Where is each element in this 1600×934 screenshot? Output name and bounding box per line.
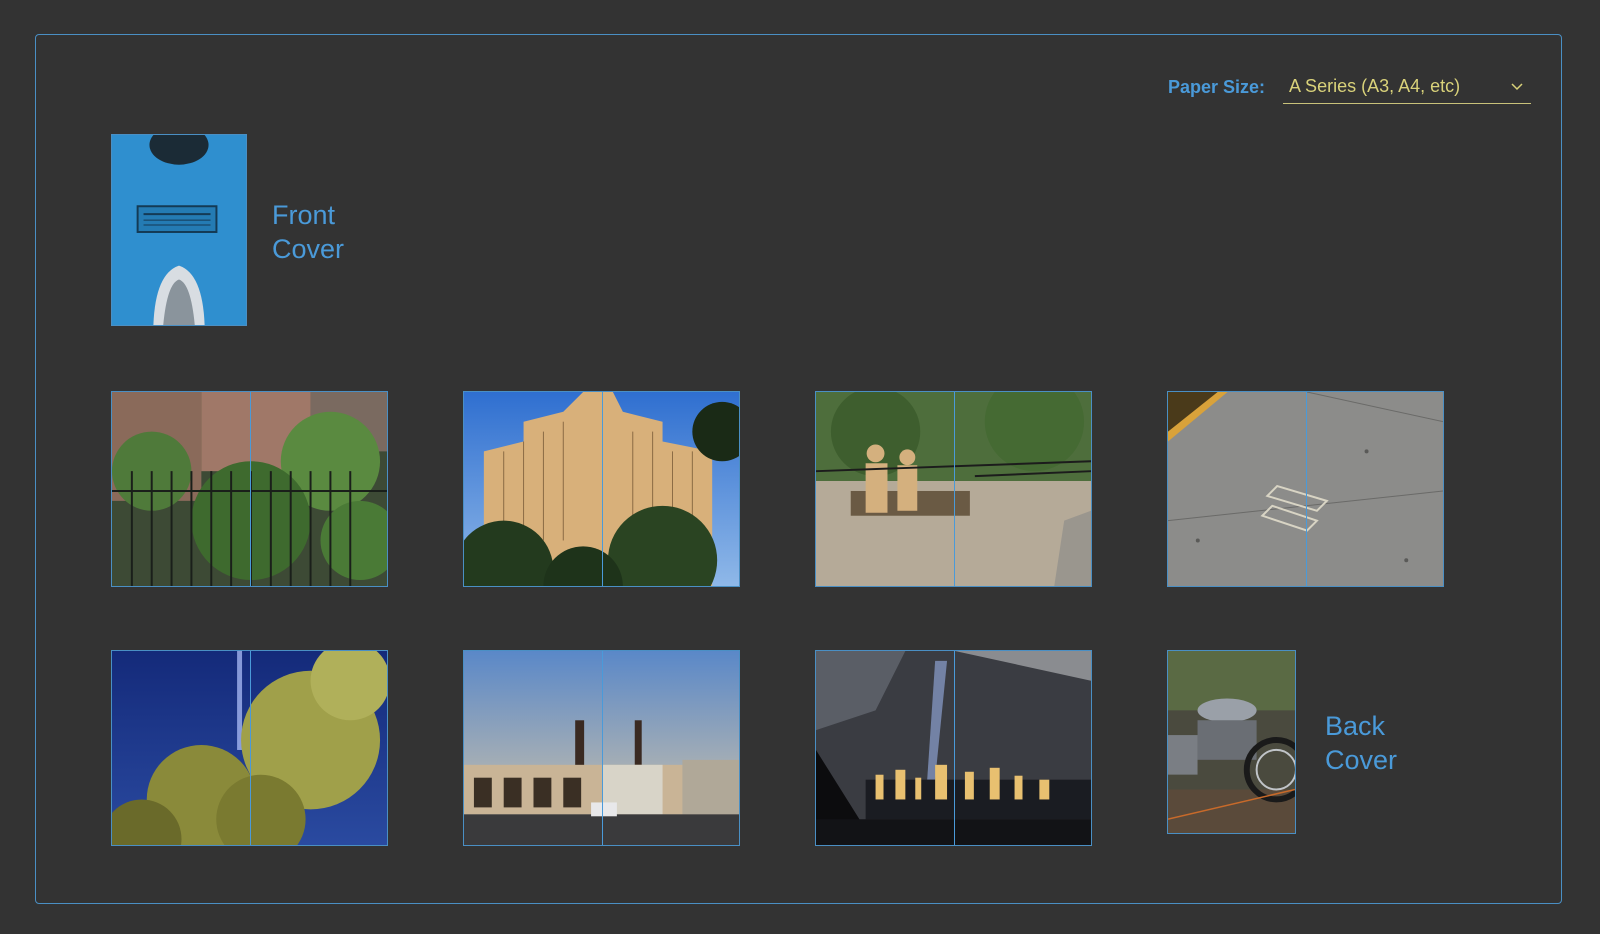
back-cover-label: Back Cover bbox=[1325, 709, 1397, 777]
front-cover-label-line2: Cover bbox=[272, 234, 345, 264]
paper-size-label: Paper Size: bbox=[1168, 76, 1266, 97]
spread-4[interactable] bbox=[1167, 391, 1444, 587]
front-cover-label: Front Cover bbox=[272, 198, 344, 266]
spread-2-fold-line bbox=[601, 392, 603, 586]
back-cover-label-line1: Back bbox=[1325, 711, 1386, 741]
back-cover-page[interactable] bbox=[1167, 650, 1296, 834]
paper-size-value: A Series (A3, A4, etc) bbox=[1289, 76, 1461, 96]
spread-5-fold-line bbox=[249, 651, 251, 845]
spread-5[interactable] bbox=[111, 650, 388, 846]
spread-6-fold-line bbox=[601, 651, 603, 845]
back-cover-label-line2: Cover bbox=[1325, 745, 1398, 775]
paper-size-select[interactable]: A Series (A3, A4, etc) bbox=[1283, 70, 1532, 104]
spread-2[interactable] bbox=[463, 391, 740, 587]
paper-size-control: Paper Size: A Series (A3, A4, etc) bbox=[1168, 70, 1532, 104]
back-cover-photo bbox=[1168, 651, 1295, 833]
spread-1[interactable] bbox=[111, 391, 388, 587]
spread-3-fold-line bbox=[953, 392, 955, 586]
spread-3[interactable] bbox=[815, 391, 1092, 587]
front-cover-page[interactable] bbox=[111, 134, 247, 326]
spread-7[interactable] bbox=[815, 650, 1092, 846]
spread-1-fold-line bbox=[249, 392, 251, 586]
spread-4-fold-line bbox=[1305, 392, 1307, 586]
spread-7-fold-line bbox=[953, 651, 955, 845]
front-cover-label-line1: Front bbox=[272, 200, 336, 230]
spread-6[interactable] bbox=[463, 650, 740, 846]
front-cover-photo bbox=[112, 135, 246, 325]
chevron-down-icon bbox=[1511, 83, 1523, 91]
